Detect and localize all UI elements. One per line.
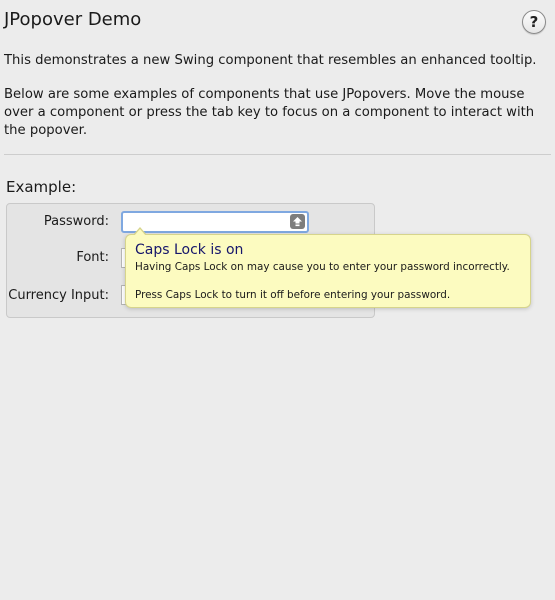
- caps-lock-icon: [290, 214, 305, 229]
- popover-title: Caps Lock is on: [135, 242, 244, 258]
- popover-arrow-fill: [134, 229, 146, 236]
- example-heading: Example:: [6, 178, 77, 196]
- section-divider: [4, 154, 551, 155]
- font-label: Font:: [76, 250, 109, 265]
- description-line-1: This demonstrates a new Swing component …: [4, 53, 537, 68]
- caps-lock-arrow-icon: [293, 217, 302, 227]
- help-button[interactable]: ?: [522, 10, 546, 34]
- popover-message-2: Press Caps Lock to turn it off before en…: [135, 289, 451, 301]
- window-title: JPopover Demo: [4, 9, 142, 30]
- currency-label: Currency Input:: [8, 288, 109, 303]
- caps-lock-popover: Caps Lock is on Having Caps Lock on may …: [125, 227, 531, 308]
- question-mark-icon: ?: [529, 13, 539, 31]
- password-field[interactable]: [121, 211, 309, 233]
- popover-message-1: Having Caps Lock on may cause you to ent…: [135, 261, 510, 273]
- description-line-2: Below are some examples of components th…: [4, 87, 535, 138]
- password-label: Password:: [43, 214, 109, 229]
